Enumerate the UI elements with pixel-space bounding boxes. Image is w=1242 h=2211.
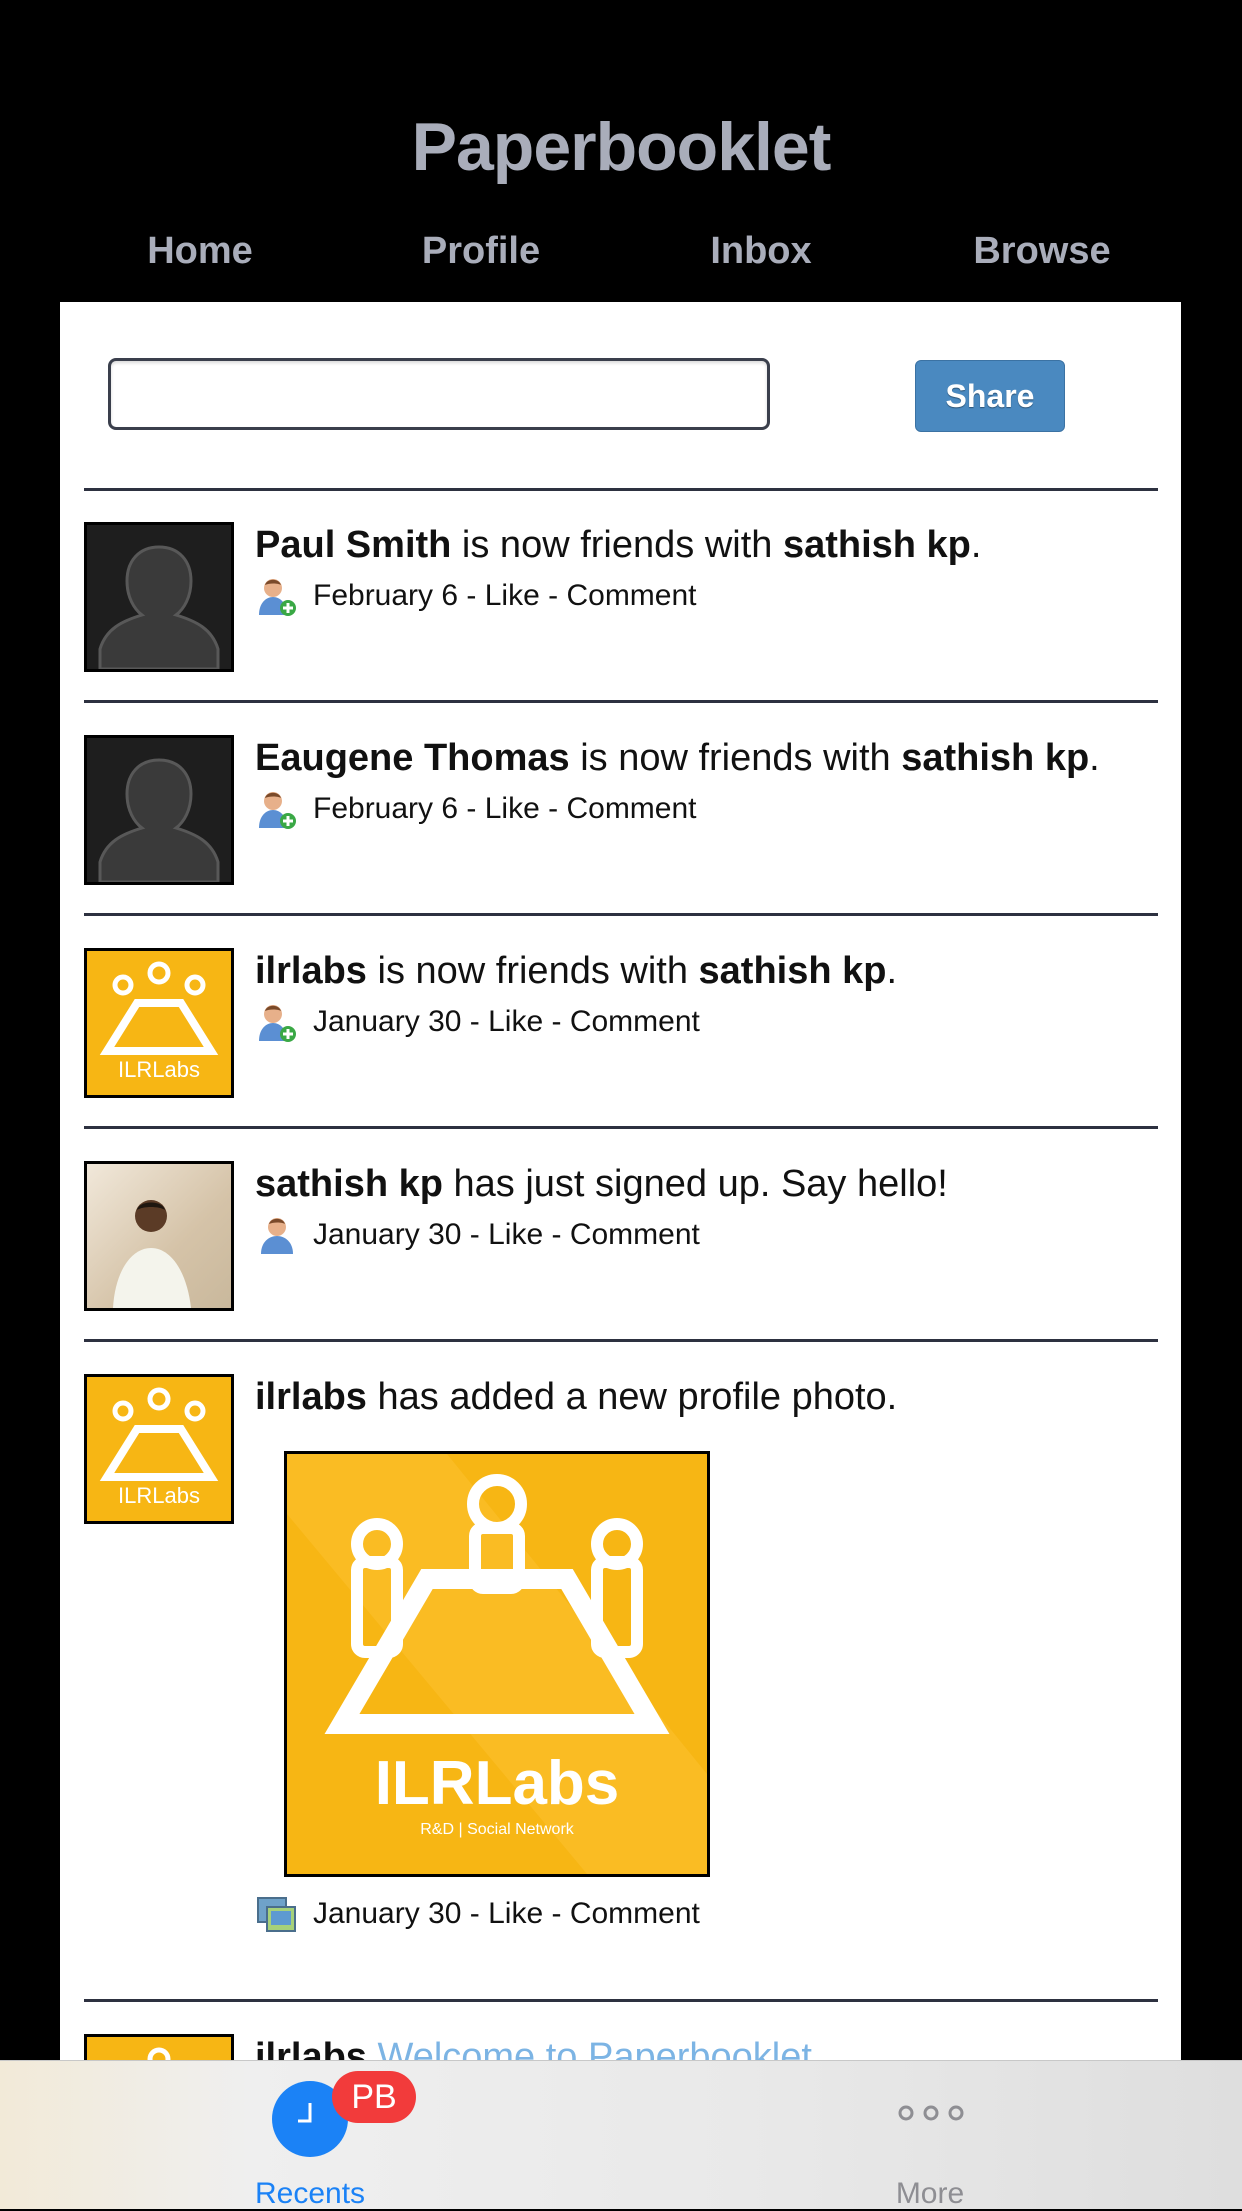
story-text: sathish kp has just signed up. Say hello… [255, 1163, 948, 1205]
share-button[interactable]: Share [915, 360, 1065, 432]
more-dots-icon [898, 2105, 964, 2121]
nav-inbox[interactable]: Inbox [651, 230, 871, 273]
target-link[interactable]: sathish kp [699, 950, 887, 992]
avatar-ilrlabs[interactable]: ILRLabs [84, 948, 234, 1098]
story-meta: January 30 - Like - Comment [255, 1892, 700, 1936]
feed-item: ilrlabs Welcome to Paperbooklet [84, 2034, 1158, 2062]
app-title: Paperbooklet [411, 109, 832, 185]
nav-profile[interactable]: Profile [371, 230, 591, 273]
tab-bar: PB Recents More [0, 2060, 1242, 2210]
svg-text:ILRLabs: ILRLabs [375, 1749, 620, 1818]
feed-item: Paul Smith is now friends with sathish k… [84, 522, 1158, 682]
actor-link[interactable]: ilrlabs [255, 2036, 367, 2062]
tab-recents-label: Recents [254, 2177, 366, 2210]
content-panel: Share Paul Smith is now friends with sat… [60, 302, 1181, 2062]
add-friend-icon [259, 579, 296, 617]
actor-link[interactable]: ilrlabs [255, 1376, 367, 1418]
ilrlabs-logo-icon: ILRLabs [99, 1387, 219, 1508]
post-link[interactable]: Welcome to Paperbooklet [378, 2036, 812, 2062]
nav-browse[interactable]: Browse [932, 230, 1152, 273]
avatar-ilrlabs[interactable]: ILRLabs [84, 1374, 234, 1524]
divider [84, 488, 1158, 491]
tab-recents[interactable]: PB Recents [230, 2061, 416, 2210]
like-link[interactable]: Like [485, 792, 540, 825]
like-link[interactable]: Like [488, 1005, 543, 1038]
actor-link[interactable]: Paul Smith [255, 524, 451, 566]
like-link[interactable]: Like [488, 1897, 543, 1930]
divider [84, 700, 1158, 703]
comment-link[interactable]: Comment [566, 579, 696, 612]
story-text: Paul Smith is now friends with sathish k… [255, 524, 982, 566]
divider [84, 1126, 1158, 1129]
user-icon [261, 1218, 293, 1255]
story-text: ilrlabs Welcome to Paperbooklet [255, 2034, 1155, 2062]
story-meta: January 30 - Like - Comment [255, 1000, 700, 1044]
actor-link[interactable]: Eaugene Thomas [255, 737, 570, 779]
add-friend-icon [259, 792, 296, 830]
photos-icon [257, 1897, 296, 1933]
default-avatar-icon [98, 545, 220, 669]
avatar-user-photo[interactable] [84, 1161, 234, 1311]
avatar-silhouette[interactable] [84, 522, 234, 672]
target-link[interactable]: sathish kp [901, 737, 1089, 779]
profile-photo-image[interactable]: ILRLabs R&D | Social Network [284, 1451, 710, 1877]
feed-item: ILRLabs ilrlabs is now friends with sath… [84, 948, 1158, 1108]
actor-link[interactable]: sathish kp [255, 1163, 443, 1205]
divider [84, 1999, 1158, 2002]
comment-link[interactable]: Comment [570, 1218, 700, 1251]
story-meta: February 6 - Like - Comment [255, 574, 697, 618]
comment-link[interactable]: Comment [570, 1005, 700, 1038]
tab-more[interactable]: More [850, 2061, 1010, 2210]
ilrlabs-logo-icon: ILRLabs [99, 961, 219, 1082]
story-meta: January 30 - Like - Comment [255, 1213, 700, 1257]
ilrlabs-large-logo: ILRLabs R&D | Social Network [287, 1454, 707, 1874]
add-friend-icon [259, 1005, 296, 1043]
like-link[interactable]: Like [488, 1218, 543, 1251]
svg-text:ILRLabs: ILRLabs [118, 1057, 200, 1082]
target-link[interactable]: sathish kp [783, 524, 971, 566]
ilrlabs-logo-icon [117, 2047, 201, 2062]
status-input[interactable] [108, 358, 770, 430]
main-nav: Home Profile Inbox Browse [0, 230, 1242, 290]
like-link[interactable]: Like [485, 579, 540, 612]
comment-link[interactable]: Comment [570, 1897, 700, 1930]
feed-item: ILRLabs ilrlabs has added a new profile … [84, 1374, 1158, 1934]
svg-text:R&D | Social Network: R&D | Social Network [420, 1821, 575, 1838]
tab-more-label: More [895, 2177, 965, 2210]
svg-text:ILRLabs: ILRLabs [118, 1483, 200, 1508]
notification-badge: PB [332, 2071, 416, 2123]
avatar-ilrlabs[interactable] [84, 2034, 234, 2062]
default-avatar-icon [98, 758, 220, 882]
divider [84, 913, 1158, 916]
story-meta: February 6 - Like - Comment [255, 787, 697, 831]
story-text: Eaugene Thomas is now friends with sathi… [255, 737, 1100, 779]
feed-item: Eaugene Thomas is now friends with sathi… [84, 735, 1158, 895]
story-text: ilrlabs is now friends with sathish kp. [255, 950, 898, 992]
comment-link[interactable]: Comment [566, 792, 696, 825]
story-text: ilrlabs has added a new profile photo. [255, 1376, 898, 1418]
nav-home[interactable]: Home [90, 230, 310, 273]
actor-link[interactable]: ilrlabs [255, 950, 367, 992]
divider [84, 1339, 1158, 1342]
feed-item: sathish kp has just signed up. Say hello… [84, 1161, 1158, 1321]
avatar-silhouette[interactable] [84, 735, 234, 885]
user-photo-icon [113, 1200, 191, 1308]
